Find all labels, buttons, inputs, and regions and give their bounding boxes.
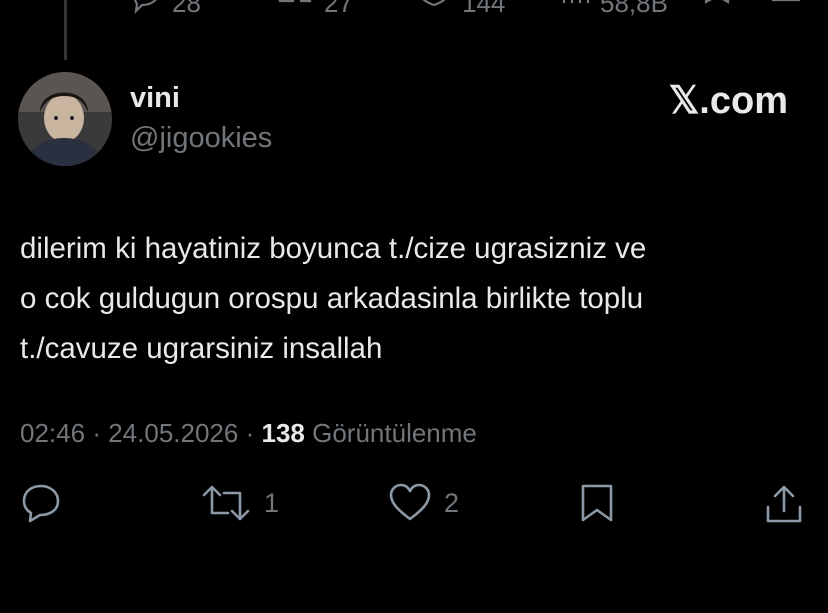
prev-like-button[interactable]: 144: [414, 0, 505, 19]
prev-reply-button[interactable]: 28: [128, 0, 201, 19]
tweet-text-line: t./cavuze ugrarsiniz insallah: [20, 332, 383, 365]
tweet-time[interactable]: 02:46: [20, 418, 85, 448]
views-count: 138: [261, 418, 305, 448]
prev-bookmark-button[interactable]: [702, 0, 732, 18]
analytics-icon: [562, 0, 590, 3]
prev-repost-count: 27: [324, 0, 353, 18]
thread-connector-line: [64, 0, 67, 60]
views-label: Görüntülenme: [312, 418, 477, 448]
avatar[interactable]: [18, 72, 112, 166]
repost-count: 1: [264, 487, 280, 518]
share-icon: [771, 0, 801, 2]
reply-button[interactable]: [20, 483, 62, 523]
tweet-meta: 02:46 · 24.05.2026 · 138 Görüntülenme: [20, 418, 477, 449]
prev-reply-count: 28: [172, 0, 201, 18]
tweet-actions: 1 2: [0, 483, 828, 527]
avatar-photo: [18, 72, 112, 166]
tweet-date[interactable]: 24.05.2026: [108, 418, 238, 448]
repost-icon: [278, 0, 312, 2]
tweet-text-line: o cok guldugun orospu arkadasinla birlik…: [20, 282, 644, 315]
repost-icon: [202, 485, 250, 521]
prev-share-button[interactable]: [770, 0, 802, 18]
meta-separator: ·: [92, 418, 101, 448]
prev-views-button[interactable]: 58,8B: [560, 0, 668, 19]
meta-separator: ·: [245, 418, 255, 448]
prev-repost-button[interactable]: 27: [276, 0, 353, 19]
bookmark-icon: [704, 0, 730, 4]
previous-tweet-actions: 28 27 144 58,8B: [0, 0, 828, 18]
tweet-text: dilerim ki hayatiniz boyunca t./cize ugr…: [20, 224, 810, 374]
prev-like-count: 144: [462, 0, 506, 18]
share-button[interactable]: [764, 483, 804, 525]
bookmark-button[interactable]: [578, 483, 616, 523]
tweet-text-line: dilerim ki hayatiniz boyunca t./cize ugr…: [20, 232, 647, 265]
bookmark-icon: [581, 484, 613, 522]
prev-views-count: 58,8B: [600, 0, 668, 18]
reply-icon: [134, 0, 157, 14]
x-logo-watermark: 𝕏.com: [668, 80, 788, 122]
like-icon: [389, 483, 431, 521]
share-icon: [766, 485, 802, 523]
like-count: 2: [444, 487, 460, 518]
display-name[interactable]: vini: [130, 82, 180, 115]
like-button[interactable]: 2: [388, 483, 459, 523]
like-icon: [423, 0, 445, 6]
repost-button[interactable]: 1: [200, 483, 279, 523]
user-handle[interactable]: @jigookies: [130, 122, 272, 155]
reply-icon: [22, 484, 60, 523]
